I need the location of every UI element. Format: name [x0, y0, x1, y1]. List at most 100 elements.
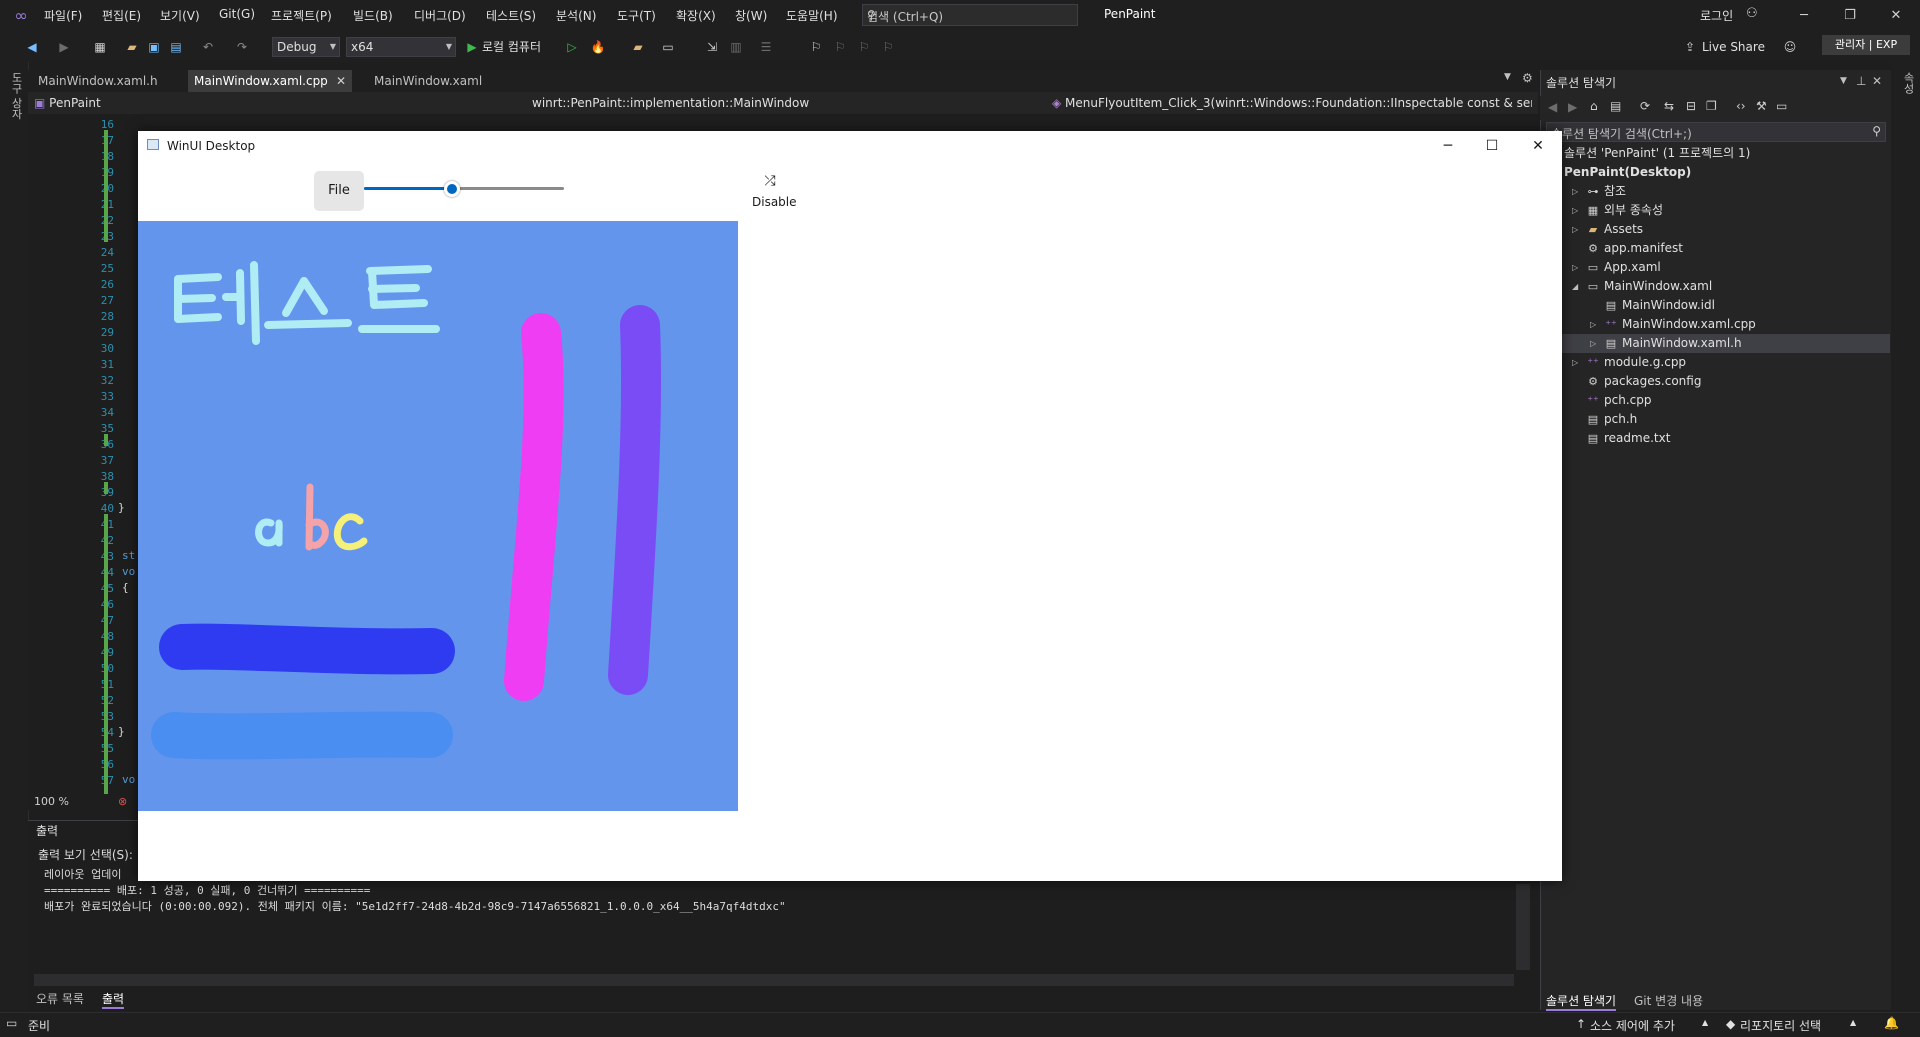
close-icon[interactable]: ✕	[1876, 4, 1916, 28]
menu-file[interactable]: 파일(F)	[44, 7, 82, 24]
tab-list-chevron-icon[interactable]: ▼	[1504, 72, 1511, 82]
expand-icon[interactable]: ▷	[1572, 220, 1578, 239]
show-all-files-icon[interactable]: ❐	[1706, 99, 1717, 113]
minimize-icon[interactable]: ─	[1784, 4, 1824, 28]
slider-thumb[interactable]	[444, 181, 460, 197]
configuration-select[interactable]: Debug ▼	[272, 37, 340, 57]
forward-icon[interactable]: ▶	[56, 39, 72, 55]
new-item-icon[interactable]: ▦	[92, 39, 108, 55]
tree-item-references[interactable]: ▷ ⊶ 참조	[1540, 182, 1890, 201]
tree-item-mainwindow-idl[interactable]: ▤ MainWindow.idl	[1540, 296, 1890, 315]
collapse-all-icon[interactable]: ⊟	[1686, 99, 1696, 113]
winui-minimize-icon[interactable]: ─	[1426, 133, 1470, 159]
tab-git-changes[interactable]: Git 변경 내용	[1634, 992, 1703, 1009]
menu-help[interactable]: 도움말(H)	[786, 7, 838, 24]
properties-wrench-icon[interactable]: ⚒	[1756, 99, 1767, 113]
tab-error-list[interactable]: 오류 목록	[36, 990, 84, 1007]
add-to-source-control[interactable]: 소스 제어에 추가	[1590, 1017, 1675, 1034]
menu-build[interactable]: 빌드(B)	[353, 7, 393, 24]
save-all-icon[interactable]: ▤	[168, 39, 184, 55]
file-menu-button[interactable]: File	[314, 171, 364, 211]
panel-menu-chevron-icon[interactable]: ▼	[1840, 76, 1847, 86]
shuffle-icon[interactable]: ⤮	[760, 173, 780, 191]
expand-icon[interactable]: ▷	[1572, 258, 1578, 277]
sync-icon[interactable]: ⇆	[1664, 99, 1674, 113]
admin-badge[interactable]: 관리자 | EXP	[1822, 35, 1910, 55]
back-icon[interactable]: ◀	[1548, 100, 1557, 114]
tab-output[interactable]: 출력	[102, 990, 125, 1009]
switch-views-icon[interactable]: ▤	[1610, 99, 1621, 113]
tab-mainwindow-xaml-cpp[interactable]: MainWindow.xaml.cpp ✕	[188, 70, 352, 92]
expand-icon[interactable]: ▷	[1572, 353, 1578, 372]
account-icon[interactable]: ⚇	[1746, 6, 1758, 21]
back-icon[interactable]: ◀	[24, 39, 40, 55]
menu-edit[interactable]: 편집(E)	[102, 7, 141, 24]
redo-icon[interactable]: ↷	[234, 39, 250, 55]
tree-item-app-manifest[interactable]: ⚙ app.manifest	[1540, 239, 1890, 258]
select-repository[interactable]: 리포지토리 선택	[1740, 1017, 1821, 1034]
tab-mainwindow-xaml[interactable]: MainWindow.xaml	[368, 70, 488, 92]
tree-item-packages-config[interactable]: ⚙ packages.config	[1540, 372, 1890, 391]
pending-changes-icon[interactable]: ⟳	[1640, 99, 1650, 113]
solution-explorer-search[interactable]: 솔루션 탐색기 검색(Ctrl+;) ⚲	[1546, 122, 1886, 142]
run-target-button[interactable]: 로컬 컴퓨터	[482, 38, 541, 55]
login-link[interactable]: 로그인	[1700, 7, 1733, 24]
tab-solution-explorer[interactable]: 솔루션 탐색기	[1546, 992, 1617, 1011]
forward-icon[interactable]: ▶	[1568, 100, 1577, 114]
member-scope-select[interactable]: ◈ MenuFlyoutItem_Click_3(winrt::Windows:…	[1052, 94, 1532, 112]
expand-icon[interactable]: ▷	[1572, 201, 1578, 220]
ink-canvas[interactable]	[138, 221, 738, 811]
error-icon[interactable]: ⊗	[118, 795, 127, 808]
close-panel-icon[interactable]: ✕	[1872, 74, 1882, 88]
bookmark-prev-icon[interactable]: ⚐	[832, 39, 848, 55]
menu-git[interactable]: Git(G)	[219, 7, 255, 21]
tab-mainwindow-xaml-h[interactable]: MainWindow.xaml.h	[32, 70, 164, 92]
expand-icon[interactable]: ▷	[1572, 182, 1578, 201]
save-icon[interactable]: ▣	[146, 39, 162, 55]
menu-view[interactable]: 보기(V)	[160, 7, 200, 24]
tree-item-app-xaml[interactable]: ▷ ▭ App.xaml	[1540, 258, 1890, 277]
bookmark-icon[interactable]: ⚐	[808, 39, 824, 55]
class-scope-select[interactable]: winrt::PenPaint::implementation::MainWin…	[532, 94, 1044, 112]
preview-icon[interactable]: ▭	[1776, 99, 1787, 113]
browse-icon[interactable]: ▰	[630, 39, 646, 55]
open-folder-icon[interactable]: ▰	[124, 39, 140, 55]
menu-tools[interactable]: 도구(T)	[617, 7, 656, 24]
settings-gear-icon[interactable]: ⚙	[1522, 71, 1533, 85]
expand-icon[interactable]: ▷	[1590, 315, 1596, 334]
tree-item-pch-cpp[interactable]: ⁺⁺ pch.cpp	[1540, 391, 1890, 410]
close-tab-icon[interactable]: ✕	[336, 70, 346, 92]
menu-analyze[interactable]: 분석(N)	[556, 7, 596, 24]
undo-icon[interactable]: ↶	[200, 39, 216, 55]
layout-icon[interactable]: ▭	[660, 39, 676, 55]
project-scope-select[interactable]: ▣ PenPaint	[34, 94, 534, 112]
pin-icon[interactable]: ⊥	[1856, 74, 1866, 88]
hot-reload-icon[interactable]: 🔥	[590, 39, 606, 55]
output-vertical-scrollbar[interactable]	[1516, 884, 1530, 970]
tree-item-mainwindow-xaml-cpp[interactable]: ▷ ⁺⁺ MainWindow.xaml.cpp	[1540, 315, 1890, 334]
output-horizontal-scrollbar[interactable]	[34, 974, 1514, 986]
home-icon[interactable]: ⌂	[1590, 99, 1598, 113]
bookmark-clear-icon[interactable]: ⚐	[880, 39, 896, 55]
collapse-icon[interactable]: ◢	[1572, 277, 1578, 296]
tree-item-pch-h[interactable]: ▤ pch.h	[1540, 410, 1890, 429]
winui-title-bar[interactable]: WinUI Desktop ─ ☐ ✕	[138, 131, 1562, 161]
code-view-icon[interactable]: ‹›	[1736, 99, 1746, 113]
disable-button-label[interactable]: Disable	[752, 195, 797, 209]
tree-item-readme-txt[interactable]: ▤ readme.txt	[1540, 429, 1890, 448]
tree-item-assets[interactable]: ▷ ▰ Assets	[1540, 220, 1890, 239]
step-icon[interactable]: ⇲	[704, 39, 720, 55]
menu-debug[interactable]: 디버그(D)	[414, 7, 466, 24]
indent-icon[interactable]: ☰	[758, 39, 774, 55]
winui-maximize-icon[interactable]: ☐	[1470, 133, 1514, 159]
platform-select[interactable]: x64 ▼	[346, 37, 456, 57]
menu-project[interactable]: 프로젝트(P)	[271, 7, 332, 24]
winui-desktop-window[interactable]: WinUI Desktop ─ ☐ ✕ File ⤮ Disable	[138, 131, 1562, 881]
live-share-button[interactable]: Live Share	[1702, 40, 1765, 54]
run-icon[interactable]: ▶	[464, 39, 480, 55]
tree-item-solution[interactable]: ▣ 솔루션 'PenPaint' (1 프로젝트의 1)	[1540, 144, 1890, 163]
expand-icon[interactable]: ▷	[1590, 334, 1596, 353]
search-box[interactable]: 검색 (Ctrl+Q) ⚲	[862, 4, 1078, 26]
live-share-icon[interactable]: ⇪	[1682, 39, 1698, 55]
tree-item-external-dependencies[interactable]: ▷ ▦ 외부 종속성	[1540, 201, 1890, 220]
